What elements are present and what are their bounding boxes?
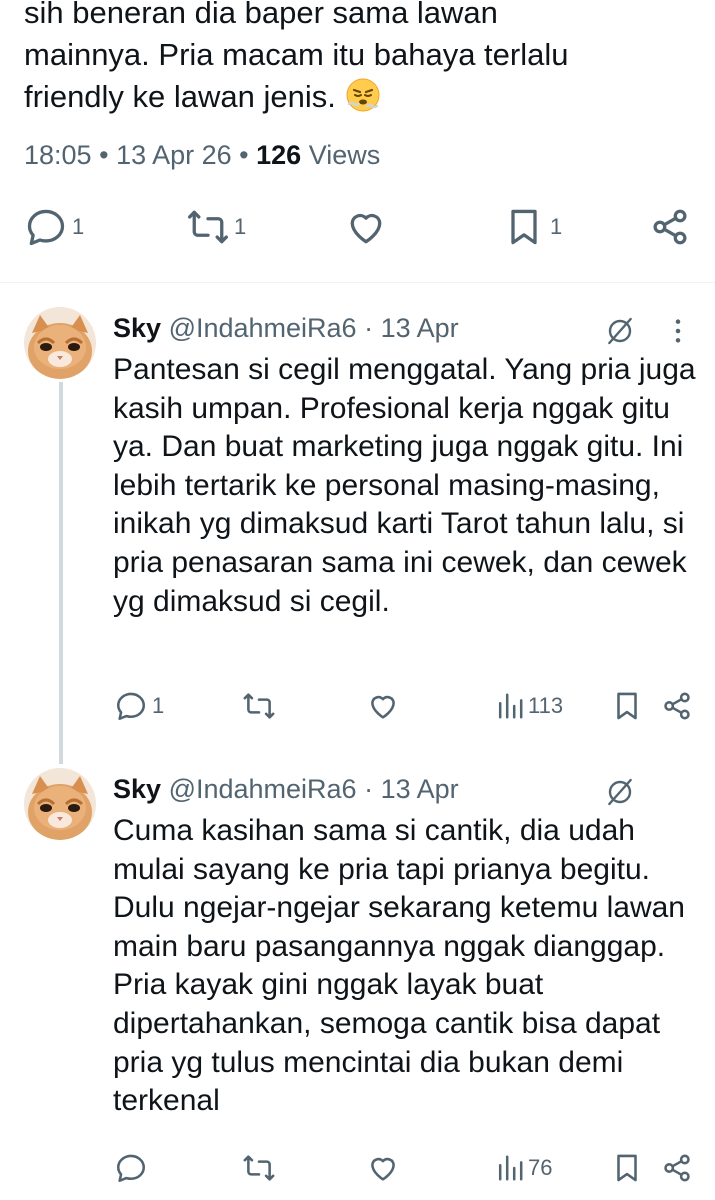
share-icon bbox=[660, 1151, 694, 1185]
views-button[interactable]: 76 bbox=[496, 1151, 552, 1185]
analytics-icon bbox=[496, 1151, 524, 1185]
share-button[interactable] bbox=[648, 205, 692, 249]
user-handle[interactable]: @IndahmeiRa6 bbox=[169, 313, 357, 343]
tweet-date[interactable]: 13 Apr 26 bbox=[116, 140, 232, 170]
like-button[interactable] bbox=[366, 1151, 400, 1185]
reply-header: Sky @IndahmeiRa6 · 13 Apr bbox=[113, 774, 459, 805]
bookmark-icon bbox=[610, 689, 644, 723]
bookmark-button[interactable] bbox=[610, 1151, 644, 1185]
reply-date[interactable]: 13 Apr bbox=[381, 774, 459, 804]
views-button[interactable]: 113 bbox=[496, 689, 563, 723]
meta-separator: • bbox=[99, 140, 117, 170]
meta-separator: · bbox=[364, 313, 374, 343]
reply-tweet[interactable]: Sky @IndahmeiRa6 · 13 Apr Cuma kasihan s… bbox=[0, 768, 715, 1200]
main-tweet-line: mainnya. Pria macam itu bahaya terlalu bbox=[24, 37, 569, 72]
meta-separator: • bbox=[239, 140, 257, 170]
huffing-face-emoji-icon bbox=[345, 77, 381, 113]
heart-icon bbox=[366, 1151, 400, 1185]
meta-separator: · bbox=[364, 774, 374, 804]
reply-icon bbox=[114, 689, 148, 723]
main-tweet-line: friendly ke lawan jenis. bbox=[24, 76, 684, 118]
reply-count: 1 bbox=[72, 214, 85, 239]
like-button[interactable] bbox=[366, 689, 400, 723]
user-name[interactable]: Sky bbox=[113, 774, 161, 804]
main-tweet-line: sih beneran dia baper sama lawan bbox=[24, 0, 498, 30]
tweet-meta: 18:05 • 13 Apr 26 • 126 Views bbox=[24, 140, 380, 171]
grok-icon[interactable] bbox=[604, 776, 636, 813]
share-button[interactable] bbox=[660, 689, 694, 723]
reply-header: Sky @IndahmeiRa6 · 13 Apr bbox=[113, 313, 459, 344]
tweet-thread-page: sih beneran dia baper sama lawan mainnya… bbox=[0, 0, 715, 1200]
repost-count: 1 bbox=[234, 214, 247, 239]
tweet-time[interactable]: 18:05 bbox=[24, 140, 92, 170]
heart-icon bbox=[366, 689, 400, 723]
repost-button[interactable] bbox=[242, 1151, 276, 1185]
share-icon bbox=[648, 205, 692, 249]
views-count: 76 bbox=[528, 1155, 553, 1180]
more-options-icon[interactable] bbox=[668, 315, 688, 352]
repost-button[interactable]: 1 bbox=[186, 205, 246, 249]
reply-icon bbox=[114, 1151, 148, 1185]
repost-icon bbox=[242, 689, 276, 723]
main-tweet-actions: 1 1 1 bbox=[0, 205, 715, 257]
avatar[interactable] bbox=[24, 307, 96, 379]
bookmark-icon bbox=[502, 205, 546, 249]
analytics-icon bbox=[496, 689, 524, 723]
reply-date[interactable]: 13 Apr bbox=[381, 313, 459, 343]
reply-tweet[interactable]: Sky @IndahmeiRa6 · 13 Apr Pantesan si ce… bbox=[0, 307, 715, 727]
reply-actions: 76 bbox=[0, 1151, 715, 1191]
bookmark-button[interactable]: 1 bbox=[502, 205, 562, 249]
divider bbox=[0, 282, 715, 283]
reply-icon bbox=[24, 205, 68, 249]
reply-button[interactable]: 1 bbox=[114, 689, 164, 723]
grok-icon[interactable] bbox=[604, 315, 636, 352]
reply-button[interactable] bbox=[114, 1151, 148, 1185]
main-tweet-line-text: friendly ke lawan jenis. bbox=[24, 79, 336, 114]
bookmark-count: 1 bbox=[550, 214, 563, 239]
bookmark-icon bbox=[610, 1151, 644, 1185]
reply-text: Pantesan si cegil menggatal. Yang pria j… bbox=[113, 353, 696, 618]
views-count: 126 bbox=[256, 140, 302, 170]
repost-button[interactable] bbox=[242, 689, 276, 723]
reply-button[interactable]: 1 bbox=[24, 205, 84, 249]
views-label: Views bbox=[308, 140, 381, 170]
views-count: 113 bbox=[528, 693, 564, 718]
reply-text: Cuma kasihan sama si cantik, dia udah mu… bbox=[113, 814, 685, 1118]
user-name[interactable]: Sky bbox=[113, 313, 161, 343]
repost-icon bbox=[242, 1151, 276, 1185]
share-icon bbox=[660, 689, 694, 723]
reply-actions: 1 113 bbox=[0, 689, 715, 729]
main-tweet-text: sih beneran dia baper sama lawan mainnya… bbox=[24, 0, 684, 118]
share-button[interactable] bbox=[660, 1151, 694, 1185]
reply-count: 1 bbox=[152, 693, 165, 718]
repost-icon bbox=[186, 205, 230, 249]
heart-icon bbox=[344, 205, 388, 249]
bookmark-button[interactable] bbox=[610, 689, 644, 723]
like-button[interactable] bbox=[344, 205, 388, 249]
avatar[interactable] bbox=[24, 768, 96, 840]
user-handle[interactable]: @IndahmeiRa6 bbox=[169, 774, 357, 804]
